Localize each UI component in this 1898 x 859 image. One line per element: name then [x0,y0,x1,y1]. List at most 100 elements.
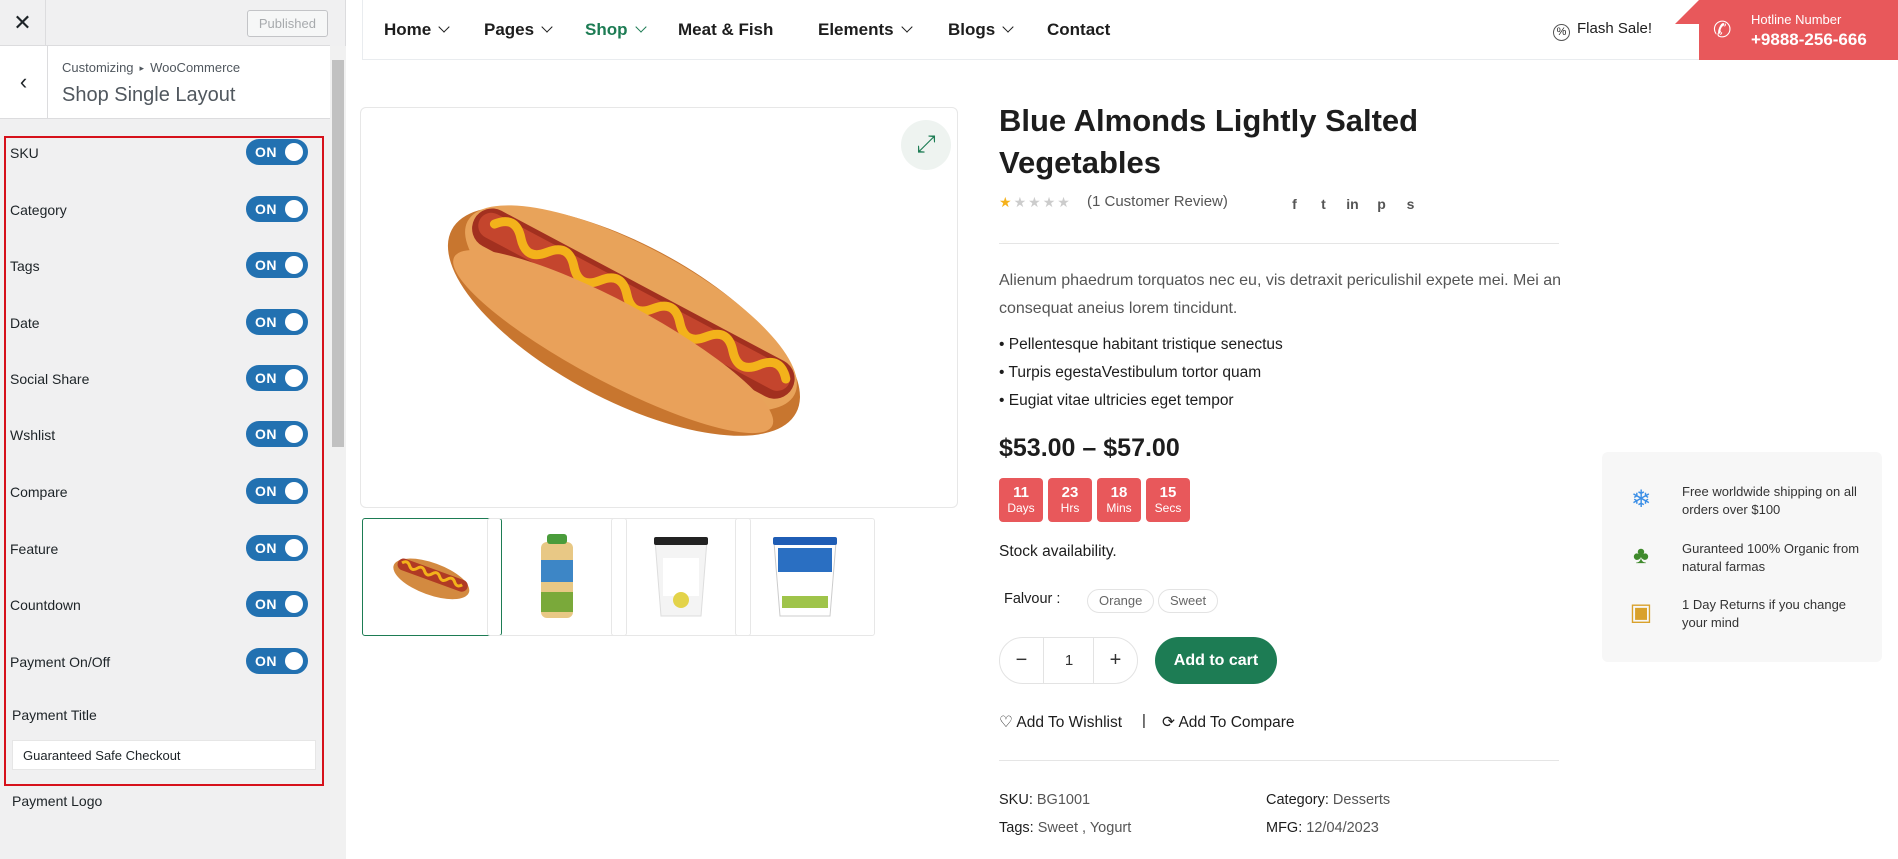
flash-sale-link[interactable]: % Flash Sale! [1553,20,1653,41]
toggle-state: ON [255,596,277,612]
thumbnail-yogurt-stonyfield[interactable] [735,518,875,636]
countdown-value: 15 [1159,484,1177,501]
add-to-compare-link[interactable]: ⟳ Add To Compare [1162,713,1294,732]
product-title: Blue Almonds Lightly Salted Vegetables [999,103,1419,180]
close-icon: ✕ [13,10,32,35]
compare-toggle[interactable]: ON [246,478,308,504]
option-label: Tags [10,258,40,274]
back-button[interactable]: ‹ [0,46,48,118]
toggle-state: ON [255,540,277,556]
wishlist-label: Add To Wishlist [1016,714,1123,731]
bullet-text: Turpis egestaVestibulum tortor quam [1008,364,1262,381]
option-social-share: Social Share ON [10,365,316,395]
nav-shop[interactable]: Shop [585,20,647,40]
yogurt-thumb-image [773,537,837,617]
nav-label: Home [384,20,432,39]
flash-sale-label: Flash Sale! [1577,20,1653,37]
option-countdown: Countdown ON [10,591,316,621]
countdown-unit: Secs [1154,501,1182,515]
countdown-days: 11 Days [999,478,1043,522]
published-button[interactable]: Published [246,10,328,37]
wishlist-toggle[interactable]: ON [246,421,308,447]
toggle-knob [285,482,303,500]
date-toggle[interactable]: ON [246,309,308,335]
snowflake-icon: ❄ [1630,486,1652,513]
meta-label: Category: [1266,792,1329,808]
twitter-icon[interactable]: t [1315,196,1332,212]
scrollbar-thumb[interactable] [332,60,344,447]
category-toggle[interactable]: ON [246,196,308,222]
close-customizer-button[interactable]: ✕ [0,0,46,46]
nav-blogs[interactable]: Blogs [948,20,1014,40]
flavour-option-sweet[interactable]: Sweet [1158,589,1219,613]
countdown-mins: 18 Mins [1097,478,1141,522]
thumbnail-yogurt-glenisk[interactable] [611,518,751,636]
feature-toggle[interactable]: ON [246,535,308,561]
tag-link[interactable]: Yogurt [1090,820,1131,836]
nav-pages[interactable]: Pages [484,20,553,40]
nav-home[interactable]: Home [384,20,450,40]
linkedin-icon[interactable]: in [1344,196,1361,212]
tag-link[interactable]: Sweet [1038,820,1078,836]
chevron-down-icon [634,21,647,33]
feature-text: Free worldwide shipping on all orders ov… [1682,484,1857,517]
toggle-state: ON [255,201,277,217]
yogurt-thumb-image [654,537,708,617]
quantity-decrease-button[interactable]: − [1000,638,1044,683]
thumbnail-bread[interactable] [487,518,627,636]
countdown-secs: 15 Secs [1146,478,1190,522]
quantity-input[interactable]: 1 [1045,638,1093,683]
skype-icon[interactable]: s [1402,196,1419,212]
tags-toggle[interactable]: ON [246,252,308,278]
category-link[interactable]: Desserts [1333,792,1390,808]
hotline-number: +9888-256-666 [1751,30,1867,49]
feature-bullet: • Turpis egestaVestibulum tortor quam [999,364,1262,381]
countdown-unit: Mins [1106,501,1132,515]
payment-logo-label: Payment Logo [12,793,103,809]
phone-icon: ✆ [1713,17,1732,42]
sku-toggle[interactable]: ON [246,139,308,165]
toggle-knob [285,200,303,218]
option-label: Wshlist [10,427,56,443]
hotline-corner [1675,0,1699,24]
countdown-toggle[interactable]: ON [246,591,308,617]
nav-elements[interactable]: Elements [818,20,913,40]
zoom-button[interactable]: ⤢ [901,120,951,170]
sidebar-scrollbar[interactable] [330,46,346,859]
option-label: Category [10,202,67,218]
nav-label: Pages [484,20,535,39]
refresh-icon: ⟳ [1162,714,1175,731]
option-compare: Compare ON [10,478,316,508]
chevron-left-icon: ‹ [19,69,28,94]
option-payment: Payment On/Off ON [10,648,316,678]
nav-meat-fish[interactable]: Meat & Fish [678,20,773,40]
option-label: Payment On/Off [10,654,111,670]
quantity-increase-button[interactable]: + [1093,638,1137,683]
breadcrumb: Customizing ▸ WooCommerce [62,60,240,75]
heart-icon: ♡ [999,714,1013,731]
meta-label: SKU: [999,792,1033,808]
add-to-wishlist-link[interactable]: ♡ Add To Wishlist [999,713,1122,732]
thumbnail-hotdog[interactable] [362,518,502,636]
flavour-option-orange[interactable]: Orange [1087,589,1155,613]
nav-contact[interactable]: Contact [1047,20,1110,40]
social-share-toggle[interactable]: ON [246,365,308,391]
section-header: ‹ Customizing ▸ WooCommerce Shop Single La… [0,46,330,119]
review-link[interactable]: (1 Customer Review) [1087,193,1228,210]
hotline-box[interactable]: ✆ Hotline Number +9888-256-666 [1675,0,1898,60]
add-to-cart-button[interactable]: Add to cart [1155,637,1277,684]
toggle-state: ON [255,144,277,160]
feature-text: Guranteed 100% Organic from natural farm… [1682,541,1860,574]
toggle-state: ON [255,426,277,442]
product-main-image[interactable]: ⤢ [360,107,958,508]
facebook-icon[interactable]: f [1286,196,1303,212]
star-empty-icon: ★ [1013,194,1029,210]
payment-title-input[interactable] [12,740,316,770]
flavour-label: Falvour : [1004,591,1061,607]
breadcrumb-root: Customizing [62,60,134,75]
meta-label: MFG: [1266,820,1303,836]
pinterest-icon[interactable]: p [1373,196,1390,212]
payment-toggle[interactable]: ON [246,648,308,674]
hotdog-image [447,205,800,436]
toggle-knob [285,539,303,557]
